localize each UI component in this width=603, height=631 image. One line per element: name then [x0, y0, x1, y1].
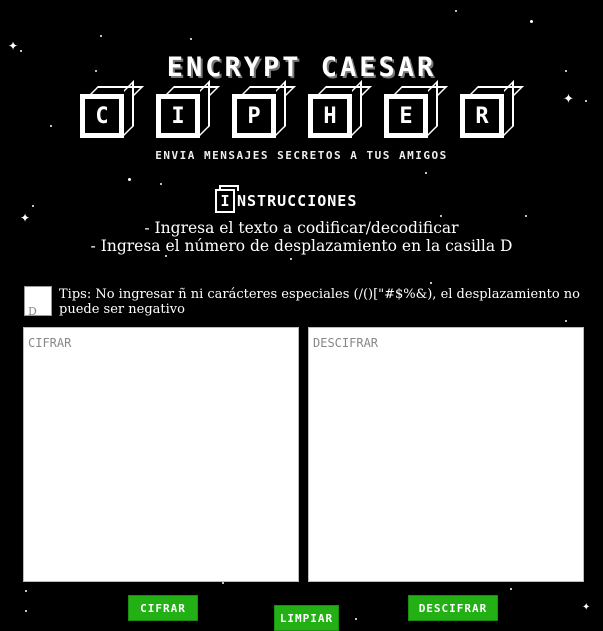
star: [25, 590, 27, 592]
star: [32, 205, 34, 207]
cube-letter-text: E: [399, 103, 413, 129]
star: [190, 38, 192, 40]
cube-letter-text: I: [171, 103, 185, 129]
cube-letter-text: R: [475, 103, 489, 129]
instructions-text: - Ingresa el texto a codificar/decodific…: [0, 219, 603, 255]
instruction-line-2: - Ingresa el número de desplazamiento en…: [90, 237, 513, 255]
star: [425, 172, 427, 174]
star: [50, 125, 52, 127]
instructions-title: NSTRUCCIONES: [237, 192, 358, 210]
star: [430, 282, 432, 284]
cube-letter-text: H: [323, 103, 337, 129]
star: [440, 215, 442, 217]
cube-i-letter: I: [220, 192, 230, 210]
cifrar-placeholder: CIFRAR: [28, 336, 72, 350]
sparkle-star: ✦: [8, 39, 19, 53]
cube-letter-text: P: [247, 103, 261, 129]
star: [290, 258, 292, 260]
star: [165, 255, 167, 257]
cifrar-button[interactable]: CIFRAR: [128, 595, 198, 621]
limpiar-button[interactable]: LIMPIAR: [274, 605, 339, 631]
descifrar-textarea[interactable]: DESCIFRAR: [308, 327, 584, 582]
sparkle-star: ✦: [563, 92, 574, 107]
instruction-line-1: - Ingresa el texto a codificar/decodific…: [144, 219, 459, 237]
star: [222, 582, 224, 584]
star: [100, 35, 102, 37]
descifrar-button[interactable]: DESCIFRAR: [408, 595, 498, 621]
cube-letter: I: [156, 94, 200, 138]
star: [585, 100, 587, 102]
star: [25, 610, 27, 612]
descifrar-placeholder: DESCIFRAR: [313, 336, 379, 350]
star: [160, 183, 162, 185]
subtitle: ENVIA MENSAJES SECRETOS A TUS AMIGOS: [155, 149, 448, 162]
cube-letter: C: [80, 94, 124, 138]
star: [525, 215, 527, 217]
shift-input[interactable]: D: [24, 286, 52, 318]
cube-letter: H: [308, 94, 352, 138]
cube-i-icon: I: [215, 185, 239, 213]
shift-input-placeholder: D: [28, 305, 37, 318]
app-title: ENCRYPT CAESAR: [166, 52, 437, 83]
cube-letter: R: [460, 94, 504, 138]
cifrar-textarea[interactable]: CIFRAR: [23, 327, 299, 582]
star: [455, 10, 457, 12]
sparkle-star: ✦: [582, 602, 591, 613]
tips-text: Tips: No ingresar ñ ni carácteres especi…: [59, 287, 580, 317]
star: [128, 178, 131, 181]
cube-letter-text: C: [95, 103, 109, 129]
instructions-heading: I NSTRUCCIONES: [215, 185, 358, 213]
star: [565, 320, 567, 322]
cube-letter: E: [384, 94, 428, 138]
star: [510, 588, 512, 590]
cube-letter: P: [232, 94, 276, 138]
star: [355, 618, 357, 620]
star: [530, 20, 533, 23]
